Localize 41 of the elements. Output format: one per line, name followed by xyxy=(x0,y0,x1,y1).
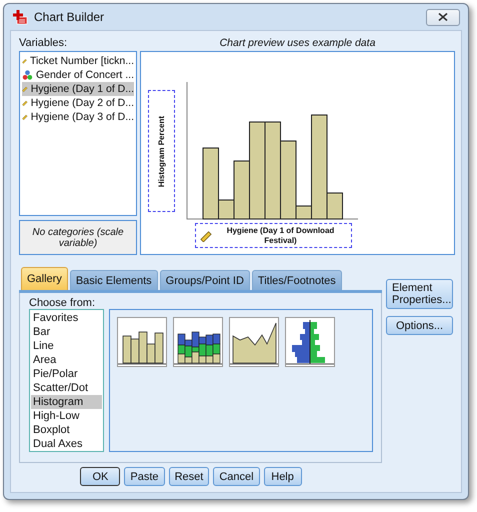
variable-item[interactable]: Hygiene (Day 1 of D... xyxy=(22,82,134,96)
chart-type-item[interactable]: Pie/Polar xyxy=(31,367,102,381)
chart-thumbnail[interactable] xyxy=(117,317,167,367)
chart-type-item[interactable]: Area xyxy=(31,353,102,367)
variable-item[interactable]: Ticket Number [tickn... xyxy=(22,54,134,68)
variable-item[interactable]: Gender of Concert ... xyxy=(22,68,134,82)
window-title: Chart Builder xyxy=(34,10,104,24)
chart-thumbnail[interactable] xyxy=(285,317,335,367)
tab[interactable]: Basic Elements xyxy=(70,270,158,290)
chart-thumbnail[interactable] xyxy=(229,317,279,367)
chart-type-item[interactable]: Histogram xyxy=(31,395,102,409)
tab[interactable]: Gallery xyxy=(21,267,68,290)
dialog-button[interactable]: OK xyxy=(80,467,120,486)
chart-type-item[interactable]: Scatter/Dot xyxy=(31,381,102,395)
close-icon xyxy=(438,13,448,21)
tab[interactable]: Groups/Point ID xyxy=(160,270,250,290)
choose-from-label: Choose from: xyxy=(29,297,96,309)
variable-item[interactable]: Hygiene (Day 3 of D... xyxy=(22,110,134,124)
variables-label: Variables: xyxy=(19,37,68,49)
chart-type-item[interactable]: High-Low xyxy=(31,409,102,423)
preview-caption: Chart preview uses example data xyxy=(218,37,376,49)
dialog-button[interactable]: Cancel xyxy=(213,467,260,486)
chart-type-item[interactable]: Favorites xyxy=(31,311,102,325)
chart-type-item[interactable]: Bar xyxy=(31,325,102,339)
side-button[interactable]: Element Properties... xyxy=(386,279,453,309)
tab[interactable]: Titles/Footnotes xyxy=(252,270,342,290)
dialog-button[interactable]: Reset xyxy=(168,467,210,486)
ruler-icon xyxy=(200,230,212,242)
chart-type-item[interactable]: Boxplot xyxy=(31,423,102,437)
chart-app-icon xyxy=(12,9,28,25)
chart-thumbnail[interactable] xyxy=(173,317,223,367)
dialog-button[interactable]: Paste xyxy=(124,467,165,486)
chart-type-item[interactable]: Line xyxy=(31,339,102,353)
x-axis-drop-zone[interactable]: Hygiene (Day 1 of Download Festival) xyxy=(195,223,352,248)
variable-item[interactable]: Hygiene (Day 2 of D... xyxy=(22,96,134,110)
dialog-button[interactable]: Help xyxy=(264,467,302,486)
y-axis-drop-zone[interactable]: Histogram Percent xyxy=(148,90,175,212)
close-button[interactable] xyxy=(426,8,460,26)
chart-type-item[interactable]: Dual Axes xyxy=(31,437,102,451)
categories-note: No categories (scale variable) xyxy=(31,226,125,248)
side-button[interactable]: Options... xyxy=(386,316,453,335)
